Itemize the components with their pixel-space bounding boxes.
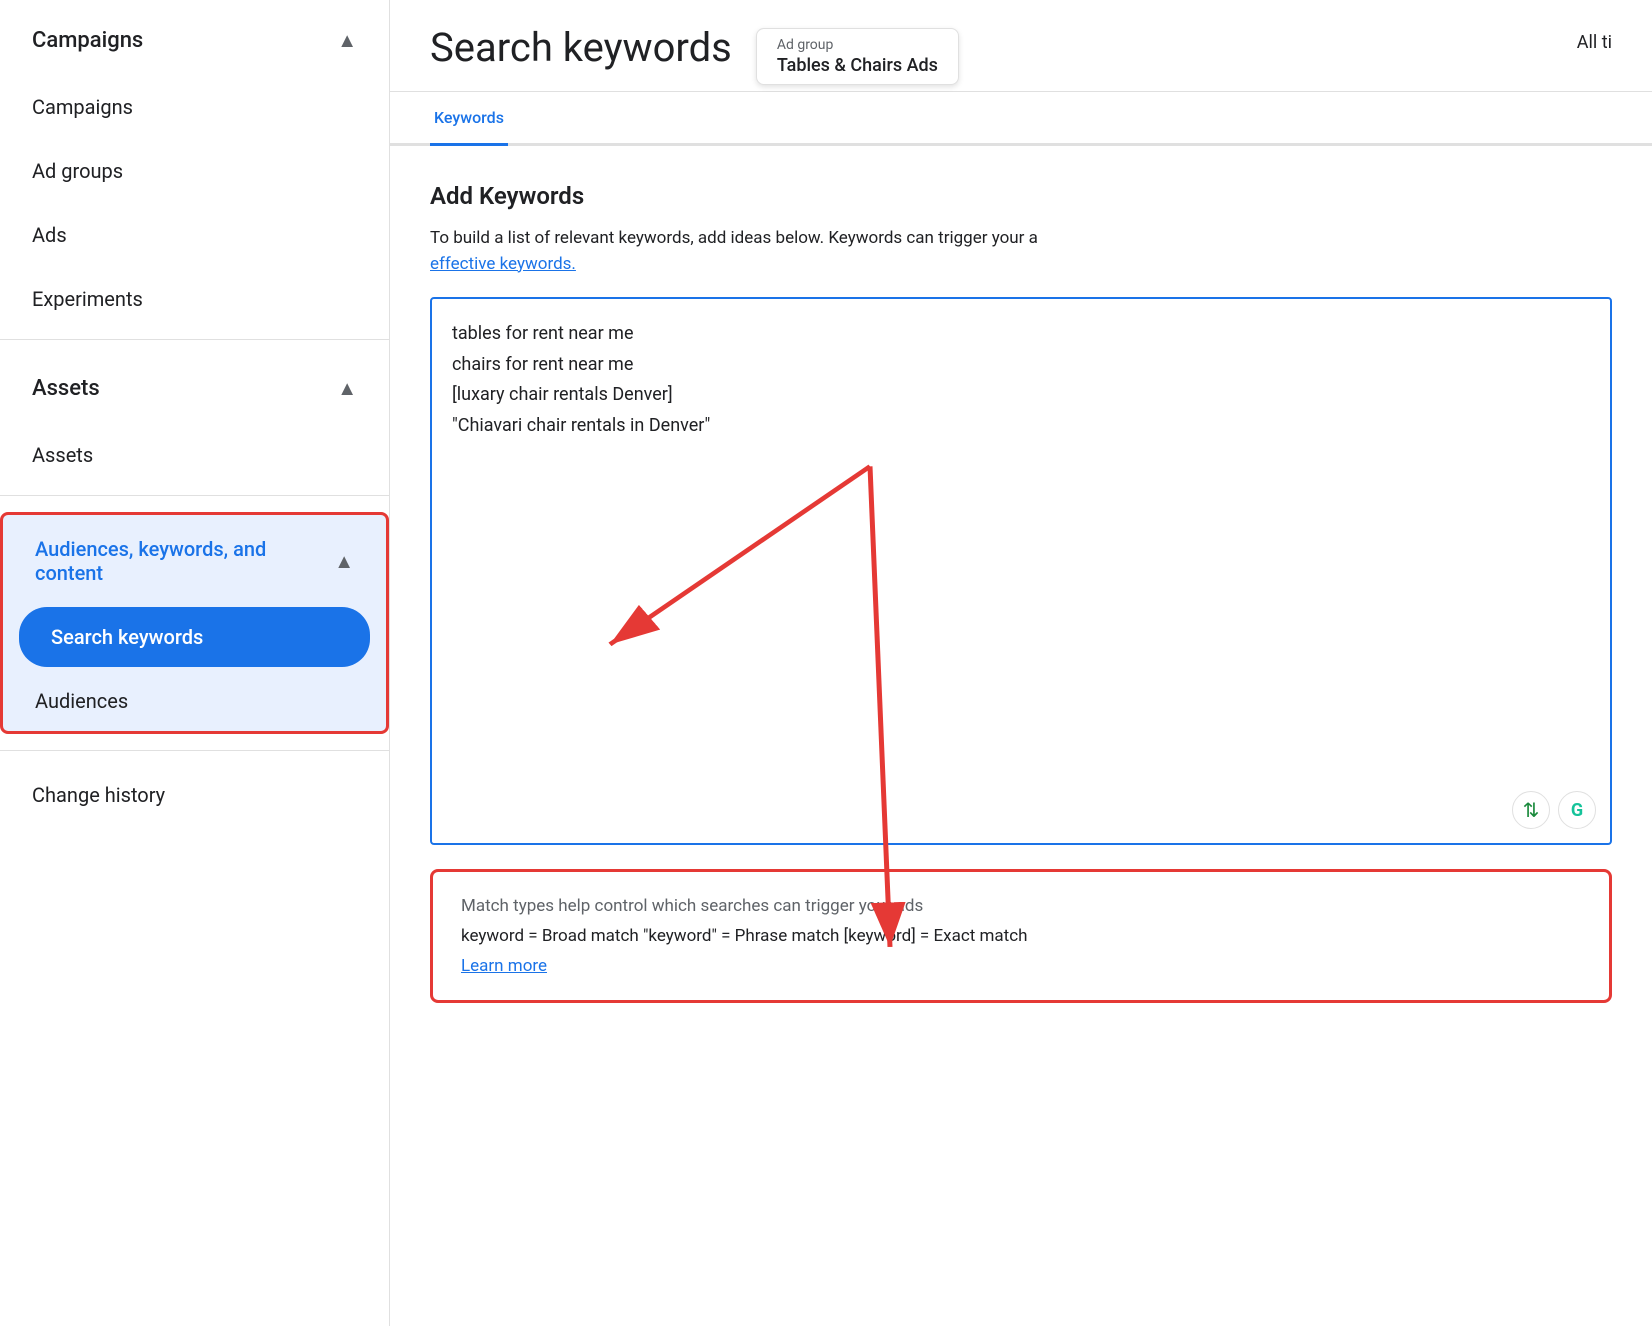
sidebar-item-experiments[interactable]: Experiments [0, 267, 373, 331]
tab-bar: Keywords [390, 92, 1652, 146]
sidebar-item-ad-groups[interactable]: Ad groups [0, 139, 373, 203]
main-body: Add Keywords To build a list of relevant… [390, 146, 1652, 1326]
assets-section-label: Assets [32, 376, 100, 401]
audiences-chevron-icon: ▲ [334, 549, 354, 574]
description-text: To build a list of relevant keywords, ad… [430, 226, 1612, 277]
sidebar-item-audiences[interactable]: Audiences [3, 671, 386, 731]
effective-keywords-link[interactable]: effective keywords. [430, 254, 576, 274]
sort-icon[interactable]: ⇅ [1512, 791, 1550, 829]
sidebar-divider-3 [0, 750, 389, 751]
audiences-keywords-section: Audiences, keywords, and content ▲ Searc… [0, 512, 389, 734]
match-types-title: Match types help control which searches … [461, 896, 1581, 916]
campaigns-section-header[interactable]: Campaigns ▲ [0, 0, 389, 75]
main-header: Search keywords Ad group Tables & Chairs… [390, 0, 1652, 92]
sidebar-item-campaigns[interactable]: Campaigns [0, 75, 373, 139]
sidebar-item-change-history[interactable]: Change history [0, 759, 389, 831]
page-title: Search keywords [430, 24, 732, 91]
learn-more-link[interactable]: Learn more [461, 956, 547, 976]
textarea-icons: ⇅ G [1512, 791, 1596, 829]
campaigns-section-label: Campaigns [32, 28, 143, 53]
keyword-textarea-wrapper: ⇅ G [430, 297, 1612, 845]
tab-keywords[interactable]: Keywords [430, 92, 508, 146]
all-time-label: All ti [1577, 24, 1612, 73]
match-types-row: keyword = Broad match "keyword" = Phrase… [461, 926, 1581, 946]
assets-chevron-icon: ▲ [337, 376, 357, 401]
sidebar-divider-2 [0, 495, 389, 496]
sidebar-item-assets[interactable]: Assets [0, 423, 373, 487]
ad-group-value: Tables & Chairs Ads [777, 55, 938, 76]
sidebar: Campaigns ▲ Campaigns Ad groups Ads Expe… [0, 0, 390, 1326]
assets-section-header[interactable]: Assets ▲ [0, 348, 389, 423]
keyword-textarea[interactable] [432, 299, 1610, 839]
sidebar-item-ads[interactable]: Ads [0, 203, 373, 267]
ad-group-badge: Ad group Tables & Chairs Ads [756, 28, 959, 85]
ad-group-label: Ad group [777, 37, 938, 53]
search-keywords-button[interactable]: Search keywords [19, 607, 370, 667]
campaigns-chevron-icon: ▲ [337, 28, 357, 53]
add-keywords-title: Add Keywords [430, 182, 1612, 210]
grammarly-icon[interactable]: G [1558, 791, 1596, 829]
match-types-box: Match types help control which searches … [430, 869, 1612, 1003]
audiences-section-header[interactable]: Audiences, keywords, and content ▲ [3, 515, 386, 603]
sidebar-divider-1 [0, 339, 389, 340]
audiences-section-label: Audiences, keywords, and content [35, 537, 334, 585]
main-content: Search keywords Ad group Tables & Chairs… [390, 0, 1652, 1326]
